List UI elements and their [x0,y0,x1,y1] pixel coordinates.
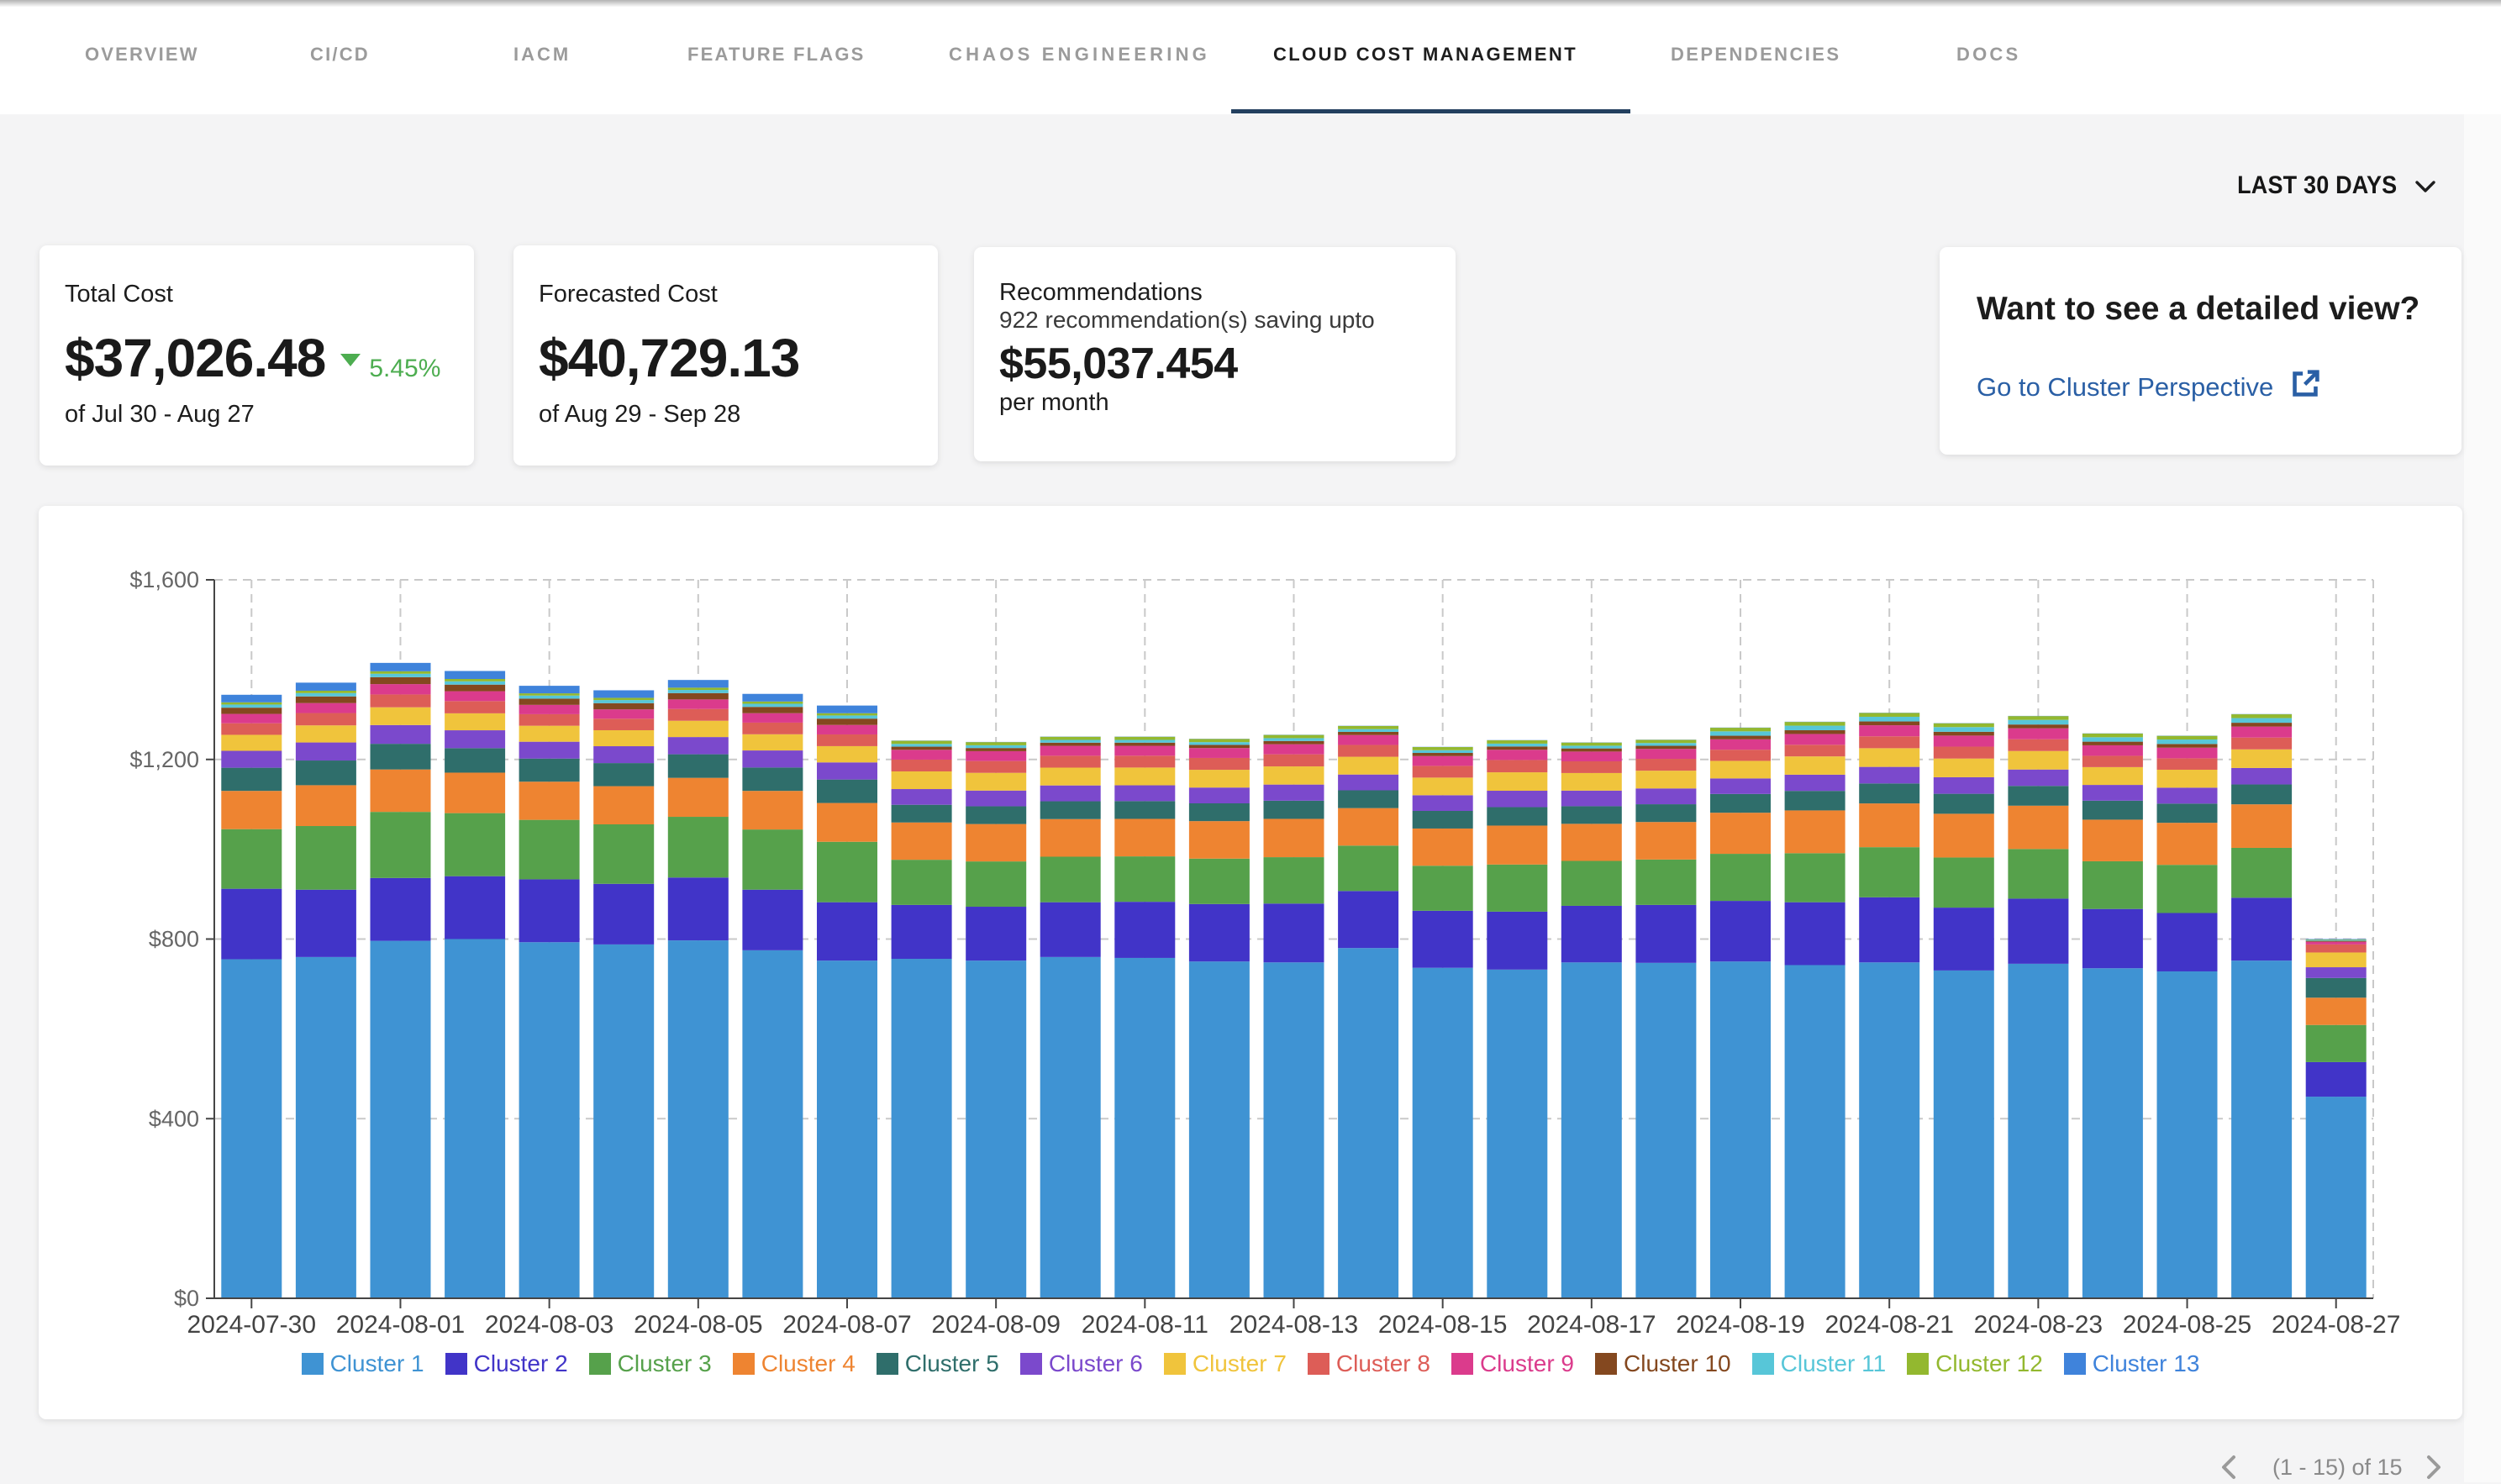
svg-text:$1,600: $1,600 [129,567,199,592]
svg-text:2024-08-25: 2024-08-25 [2123,1311,2251,1339]
svg-text:2024-08-27: 2024-08-27 [2272,1311,2400,1339]
svg-text:2024-08-07: 2024-08-07 [782,1311,911,1339]
svg-text:$1,200: $1,200 [129,747,199,772]
svg-text:2024-07-30: 2024-07-30 [187,1311,316,1339]
svg-text:2024-08-15: 2024-08-15 [1378,1311,1507,1339]
svg-text:2024-08-09: 2024-08-09 [931,1311,1060,1339]
svg-text:2024-08-17: 2024-08-17 [1527,1311,1656,1339]
svg-text:2024-08-05: 2024-08-05 [634,1311,762,1339]
svg-text:2024-08-01: 2024-08-01 [336,1311,465,1339]
svg-text:2024-08-19: 2024-08-19 [1676,1311,1804,1339]
svg-text:2024-08-03: 2024-08-03 [485,1311,613,1339]
svg-text:2024-08-21: 2024-08-21 [1824,1311,1953,1339]
svg-text:$0: $0 [174,1286,199,1311]
svg-text:$800: $800 [149,927,199,952]
svg-text:2024-08-23: 2024-08-23 [1974,1311,2103,1339]
svg-text:2024-08-11: 2024-08-11 [1082,1311,1208,1339]
svg-text:2024-08-13: 2024-08-13 [1229,1311,1358,1339]
svg-text:$400: $400 [149,1106,199,1131]
